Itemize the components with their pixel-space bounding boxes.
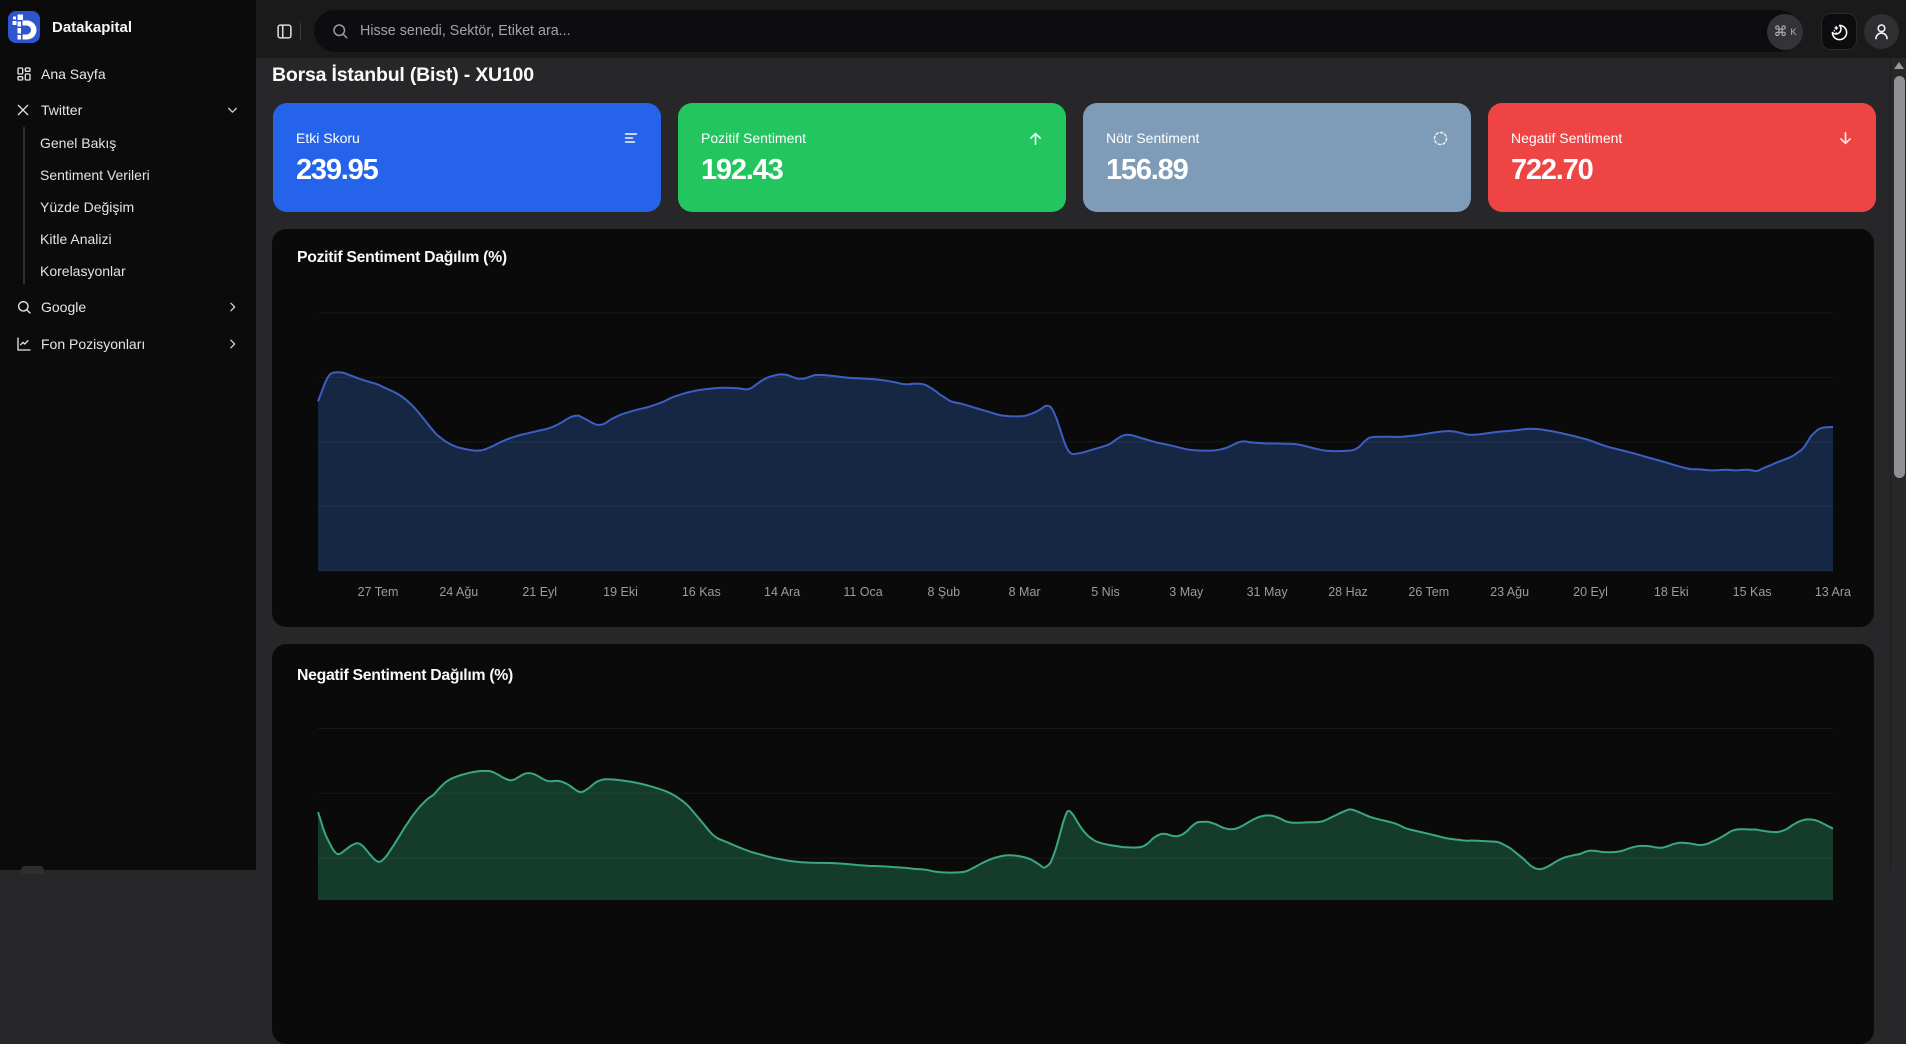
svg-text:24 Ağu: 24 Ağu [439,584,478,598]
svg-text:13 Ara: 13 Ara [1815,584,1851,598]
svg-text:16 Kas: 16 Kas [682,584,721,598]
svg-text:20 Eyl: 20 Eyl [1573,584,1608,598]
svg-text:27 Tem: 27 Tem [358,584,399,598]
svg-text:23 Ağu: 23 Ağu [1490,584,1529,598]
svg-text:31 May: 31 May [1247,584,1289,598]
svg-text:8 Mar: 8 Mar [1009,584,1041,598]
svg-text:15 Kas: 15 Kas [1733,584,1772,598]
svg-text:26 Tem: 26 Tem [1408,584,1449,598]
svg-text:19 Eki: 19 Eki [603,584,638,598]
svg-text:5 Nis: 5 Nis [1091,584,1119,598]
svg-text:3 May: 3 May [1169,584,1204,598]
svg-text:28 Haz: 28 Haz [1328,584,1368,598]
svg-text:8 Şub: 8 Şub [927,584,960,598]
svg-text:11 Oca: 11 Oca [843,584,882,598]
svg-text:18 Eki: 18 Eki [1654,584,1689,598]
svg-text:21 Eyl: 21 Eyl [522,584,557,598]
svg-text:14 Ara: 14 Ara [764,584,800,598]
